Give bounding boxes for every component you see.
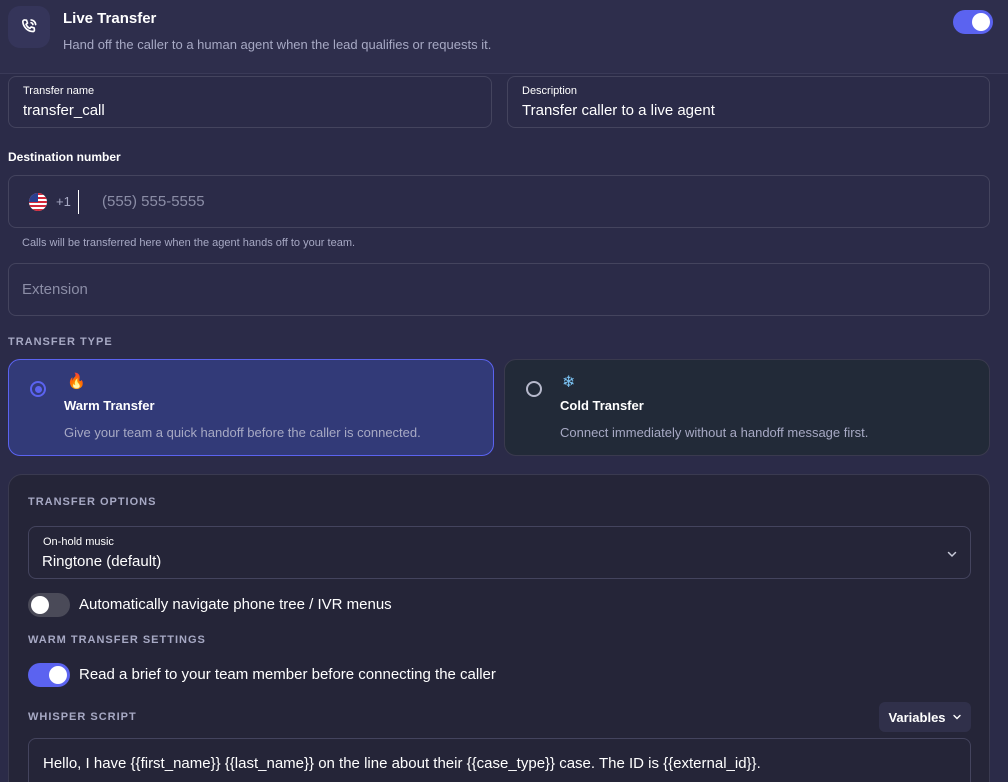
ivr-toggle-label: Automatically navigate phone tree / IVR … bbox=[79, 596, 392, 613]
extension-input[interactable]: Extension bbox=[22, 281, 88, 298]
page-subtitle: Hand off the caller to a human agent whe… bbox=[63, 37, 492, 52]
transfer-name-field[interactable]: Transfer name transfer_call bbox=[8, 76, 492, 128]
extension-field[interactable]: Extension bbox=[8, 263, 990, 316]
us-flag-icon[interactable] bbox=[29, 193, 47, 211]
cold-transfer-card[interactable]: ❄ Cold Transfer Connect immediately with… bbox=[504, 359, 990, 456]
warm-transfer-radio[interactable] bbox=[30, 381, 46, 397]
description-field[interactable]: Description Transfer caller to a live ag… bbox=[507, 76, 990, 128]
transfer-options-panel bbox=[8, 474, 990, 782]
warm-transfer-settings-label: WARM TRANSFER SETTINGS bbox=[28, 634, 206, 646]
cold-transfer-title: Cold Transfer bbox=[560, 398, 644, 413]
variables-button-label: Variables bbox=[888, 709, 946, 725]
warm-transfer-card[interactable]: 🔥 Warm Transfer Give your team a quick h… bbox=[8, 359, 494, 456]
toggle-knob bbox=[31, 596, 49, 614]
on-hold-music-label: On-hold music bbox=[43, 536, 114, 548]
phone-transfer-icon bbox=[8, 6, 50, 48]
transfer-type-label: TRANSFER TYPE bbox=[8, 336, 113, 348]
ivr-toggle[interactable] bbox=[28, 593, 70, 617]
warm-transfer-title: Warm Transfer bbox=[64, 398, 155, 413]
whisper-script-label: WHISPER SCRIPT bbox=[28, 711, 137, 723]
description-label: Description bbox=[522, 85, 578, 97]
live-transfer-toggle[interactable] bbox=[953, 10, 993, 34]
transfer-name-label: Transfer name bbox=[23, 85, 95, 97]
variables-button[interactable]: Variables bbox=[879, 702, 971, 732]
whisper-script-text[interactable]: Hello, I have {{first_name}} {{last_name… bbox=[43, 755, 761, 772]
destination-label: Destination number bbox=[8, 150, 121, 164]
snowflake-icon: ❄ bbox=[562, 374, 576, 391]
whisper-script-textarea[interactable]: Hello, I have {{first_name}} {{last_name… bbox=[28, 738, 971, 782]
brief-toggle-label: Read a brief to your team member before … bbox=[79, 666, 496, 683]
cold-transfer-description: Connect immediately without a handoff me… bbox=[560, 425, 869, 440]
brief-toggle[interactable] bbox=[28, 663, 70, 687]
chevron-down-icon bbox=[946, 547, 958, 565]
on-hold-music-value: Ringtone (default) bbox=[42, 553, 162, 570]
chevron-down-icon bbox=[952, 710, 962, 725]
transfer-options-label: TRANSFER OPTIONS bbox=[28, 496, 157, 508]
destination-help-text: Calls will be transferred here when the … bbox=[22, 237, 356, 249]
phone-number-input[interactable]: (555) 555-5555 bbox=[102, 193, 205, 210]
toggle-knob bbox=[49, 666, 67, 684]
destination-number-field[interactable]: +1 (555) 555-5555 bbox=[8, 175, 990, 228]
fire-icon: 🔥 bbox=[67, 373, 86, 390]
transfer-name-value[interactable]: transfer_call bbox=[23, 102, 105, 119]
description-value[interactable]: Transfer caller to a live agent bbox=[522, 102, 715, 119]
toggle-knob bbox=[972, 13, 990, 31]
warm-transfer-description: Give your team a quick handoff before th… bbox=[64, 425, 421, 440]
page-title: Live Transfer bbox=[63, 10, 157, 27]
on-hold-music-select[interactable]: On-hold music Ringtone (default) bbox=[28, 526, 971, 579]
input-cursor bbox=[78, 190, 79, 214]
cold-transfer-radio[interactable] bbox=[526, 381, 542, 397]
country-code[interactable]: +1 bbox=[56, 194, 71, 209]
